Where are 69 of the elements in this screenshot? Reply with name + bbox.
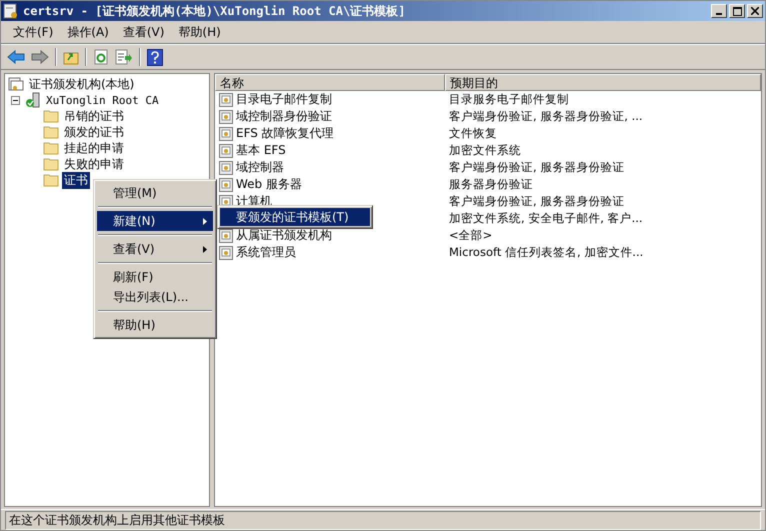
close-button[interactable] [747, 4, 763, 18]
tree-item[interactable]: 吊销的证书 [62, 108, 126, 124]
context-menu-item[interactable]: 查看(V) [97, 239, 213, 259]
status-text: 在这个证书颁发机构上启用其他证书模板 [5, 510, 761, 530]
refresh-icon[interactable] [93, 49, 109, 65]
back-arrow-icon[interactable] [7, 50, 25, 64]
collapse-toggle-icon[interactable] [11, 96, 20, 104]
context-menu-item[interactable]: 导出列表(L)... [97, 287, 213, 307]
template-name[interactable]: Web 服务器 [236, 176, 302, 193]
template-name[interactable]: 目录电子邮件复制 [236, 91, 332, 108]
purpose-cell: 客户端身份验证, 服务器身份验证 [449, 160, 624, 175]
template-name[interactable]: 系统管理员 [236, 244, 296, 261]
context-menu-item[interactable]: 刷新(F) [97, 267, 213, 287]
template-name[interactable]: 域控制器 [236, 159, 284, 176]
purpose-cell: Microsoft 信任列表签名, 加密文件... [449, 245, 644, 260]
context-menu-item[interactable]: 新建(N) [97, 211, 213, 231]
tree-item[interactable]: 证书 [62, 172, 90, 188]
tree-item[interactable]: XuTonglin Root CA [44, 94, 161, 106]
column-header[interactable]: 名称 [215, 74, 445, 91]
folder-icon [43, 157, 59, 171]
tree-item[interactable]: 颁发的证书 [62, 124, 126, 140]
close-icon [751, 7, 759, 15]
menu-item[interactable]: 文件(F) [13, 24, 54, 40]
template-name[interactable]: 从属证书颁发机构 [236, 227, 332, 244]
template-icon [219, 160, 233, 174]
context-menu-item[interactable]: 帮助(H) [97, 315, 213, 335]
purpose-cell: 文件恢复 [449, 126, 497, 141]
purpose-cell: 服务器身份验证 [449, 177, 533, 192]
folder-icon [43, 109, 59, 123]
template-icon [219, 126, 233, 140]
folder-icon [43, 173, 59, 187]
template-icon [219, 246, 233, 260]
purpose-cell: 客户端身份验证, 服务器身份验证 [449, 194, 624, 209]
template-name[interactable]: 域控制器身份验证 [236, 108, 332, 125]
tree-item[interactable]: 失败的申请 [62, 156, 126, 172]
purpose-cell: 目录服务电子邮件复制 [449, 92, 569, 107]
folder-icon [43, 141, 59, 155]
menu-item[interactable]: 查看(V) [122, 24, 164, 40]
certificate-authority-icon [8, 76, 24, 92]
minimize-button[interactable] [711, 4, 727, 18]
submenu-item[interactable]: 要颁发的证书模板(T) [220, 208, 370, 226]
window-title: certsrv - [证书颁发机构(本地)\XuTonglin Root CA\证书模板] [23, 2, 406, 20]
template-icon [219, 178, 233, 192]
help-icon[interactable] [147, 48, 163, 66]
export-list-icon[interactable] [115, 49, 133, 65]
template-icon [219, 144, 233, 158]
template-icon [219, 110, 233, 124]
template-icon [219, 92, 233, 106]
tree-item[interactable]: 证书颁发机构(本地) [27, 76, 136, 92]
server-check-icon [25, 92, 41, 108]
purpose-cell: 客户端身份验证, 服务器身份验证, ... [449, 109, 643, 124]
folder-icon [43, 125, 59, 139]
maximize-icon [732, 6, 742, 16]
menu-item[interactable]: 操作(A) [67, 24, 109, 40]
submenu-arrow-icon [203, 246, 207, 252]
tree-item[interactable]: 挂起的申请 [62, 140, 126, 156]
column-header[interactable]: 预期目的 [445, 74, 761, 91]
menu-item[interactable]: 帮助(H) [178, 24, 221, 40]
context-menu-item[interactable]: 管理(M) [97, 183, 213, 203]
certificate-app-icon [3, 3, 19, 19]
template-icon [219, 228, 233, 242]
template-name[interactable]: EFS 故障恢复代理 [236, 125, 334, 142]
purpose-cell: 加密文件系统, 安全电子邮件, 客户... [449, 211, 643, 226]
purpose-cell: <全部> [449, 228, 492, 243]
purpose-cell: 加密文件系统 [449, 143, 521, 158]
submenu-arrow-icon [203, 218, 207, 224]
template-name[interactable]: 基本 EFS [236, 142, 286, 159]
maximize-button[interactable] [729, 4, 745, 18]
forward-arrow-icon[interactable] [31, 50, 49, 64]
